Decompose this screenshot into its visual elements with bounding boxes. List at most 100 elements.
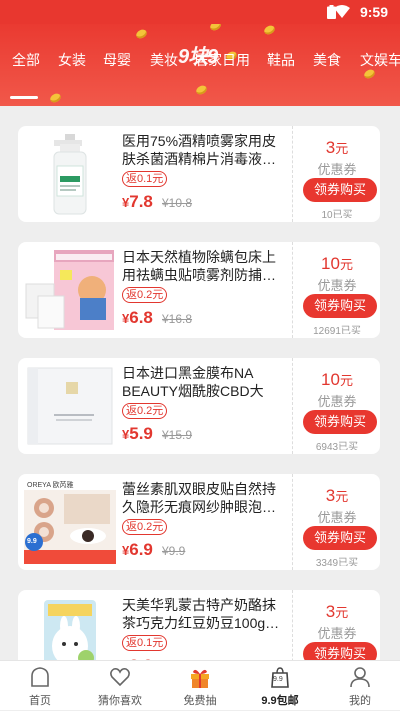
- coin-decoration: [194, 84, 209, 96]
- price-value: 6.9: [129, 540, 153, 559]
- eyelid-tape-image: OREYA 欧芮雅 9.9: [24, 480, 116, 564]
- bag-badge-text: 9.9: [273, 676, 283, 683]
- coupon-panel: 10元 优惠券 领券购买 12691已买: [292, 242, 380, 338]
- nav-home[interactable]: 首页: [0, 661, 80, 711]
- product-title[interactable]: 蕾丝素肌双眼皮贴自然持久隐形无痕网纱肿眼泡…: [122, 480, 284, 516]
- coupon-panel: 10元 优惠券 领券购买 6943已买: [292, 358, 380, 454]
- rebate-badge: 返0.1元: [122, 171, 168, 187]
- coin-decoration: [48, 92, 63, 104]
- claim-coupon-buy-button[interactable]: 领券购买: [303, 294, 377, 318]
- coupon-value: 10: [321, 370, 340, 389]
- category-tabs: 全部 女装 母婴 美妆 居家日用 鞋品 美食 文娱车: [0, 50, 400, 80]
- active-tab-indicator: [10, 96, 38, 99]
- coupon-value: 3: [325, 486, 336, 505]
- rebate-badge: 返0.2元: [122, 403, 168, 419]
- coupon-value: 3: [325, 138, 336, 157]
- coupon-label: 优惠券: [317, 162, 357, 177]
- coupon-panel: 3元 优惠券 领券购买 10已买: [292, 126, 380, 222]
- status-bar: 9:59: [0, 0, 400, 24]
- rebate-badge: 返0.1元: [122, 635, 168, 651]
- claim-coupon-buy-button[interactable]: 领券购买: [303, 410, 377, 434]
- nav-mine[interactable]: 我的: [320, 661, 400, 711]
- nav-label: 9.9包邮: [261, 695, 299, 707]
- gift-icon: [191, 669, 209, 688]
- coupon-label: 优惠券: [317, 626, 357, 641]
- sold-count: 10已买: [321, 210, 353, 218]
- coupon-unit: 元: [335, 605, 349, 620]
- coupon-value: 3: [325, 602, 336, 621]
- coupon-unit: 元: [339, 373, 353, 388]
- product-price: ¥7.8: [122, 192, 153, 212]
- product-title[interactable]: 天美华乳蒙古特产奶酪抹茶巧克力红豆奶豆100g…: [122, 596, 284, 632]
- brand-text: OREYA 欧芮雅: [27, 482, 74, 489]
- product-title[interactable]: 日本天然植物除螨包床上用祛螨虫贴喷雾剂防捕…: [122, 248, 284, 284]
- home-icon: [31, 667, 49, 687]
- price-value: 7.8: [129, 192, 153, 211]
- tab-food[interactable]: 美食: [313, 50, 341, 80]
- original-price: ¥16.8: [162, 312, 193, 326]
- coupon-panel: 3元 优惠券 领券购买 3349已买: [292, 474, 380, 570]
- tab-all[interactable]: 全部: [12, 50, 40, 80]
- mask-box-image: [24, 364, 116, 448]
- coupon-amount: 10元: [293, 370, 381, 390]
- nav-label: 免费抽: [183, 695, 217, 707]
- product-price: ¥5.9: [122, 424, 153, 444]
- coin-decoration: [134, 28, 149, 40]
- spray-bottle-image: [24, 132, 116, 216]
- coupon-value: 10: [321, 254, 340, 273]
- coupon-label: 优惠券: [317, 278, 357, 293]
- coupon-amount: 3元: [293, 138, 381, 158]
- user-icon: [350, 667, 370, 688]
- product-card[interactable]: 日本天然植物除螨包床上用祛螨虫贴喷雾剂防捕… 返0.2元 ¥6.8 ¥16.8 …: [18, 242, 380, 338]
- coupon-unit: 元: [339, 257, 353, 272]
- product-price: ¥6.9: [122, 540, 153, 560]
- heart-icon: [110, 668, 130, 687]
- coupon-amount: 10元: [293, 254, 381, 274]
- sold-count: 12691已买: [313, 326, 361, 334]
- original-price: ¥15.9: [162, 428, 193, 442]
- nav-guess-you-like[interactable]: 猜你喜欢: [80, 661, 160, 711]
- bottom-nav: 首页 猜你喜欢 免费抽 9.9 9.9包邮 我的: [0, 660, 400, 710]
- price-badge-text: 9.9: [27, 538, 37, 545]
- coupon-label: 优惠券: [317, 394, 357, 409]
- coupon-amount: 3元: [293, 602, 381, 622]
- wifi-icon: [334, 5, 350, 18]
- product-title[interactable]: 医用75%酒精喷雾家用皮肤杀菌酒精棉片消毒液…: [122, 132, 284, 168]
- status-time: 9:59: [359, 4, 388, 20]
- mite-pack-image: [24, 248, 116, 332]
- original-price: ¥9.9: [162, 544, 186, 558]
- tab-shoes[interactable]: 鞋品: [267, 50, 295, 80]
- tab-beauty[interactable]: 美妆: [150, 50, 178, 80]
- sold-count: 3349已买: [315, 558, 359, 566]
- sold-count: 6943已买: [315, 442, 359, 450]
- tab-home-daily[interactable]: 居家日用: [194, 50, 250, 80]
- battery-icon: [327, 5, 336, 19]
- product-card[interactable]: OREYA 欧芮雅 9.9 蕾丝素肌双眼皮贴自然持久隐形无痕网纱肿眼泡… 返0.…: [18, 474, 380, 570]
- product-card[interactable]: 日本进口黑金膜布NA BEAUTY烟酰胺CBD大麻… 返0.2元 ¥5.9 ¥1…: [18, 358, 380, 454]
- coupon-amount: 3元: [293, 486, 381, 506]
- coupon-unit: 元: [335, 141, 349, 156]
- nav-label: 首页: [29, 695, 51, 707]
- tab-entertainment-car[interactable]: 文娱车: [360, 50, 400, 80]
- coupon-label: 优惠券: [317, 510, 357, 525]
- price-value: 6.8: [129, 308, 153, 327]
- tab-womens-clothing[interactable]: 女装: [58, 50, 86, 80]
- coin-decoration: [262, 24, 277, 36]
- product-price: ¥6.8: [122, 308, 153, 328]
- product-title[interactable]: 日本进口黑金膜布NA BEAUTY烟酰胺CBD大麻…: [122, 364, 284, 400]
- tab-maternal-baby[interactable]: 母婴: [103, 50, 131, 80]
- header: 9块9 全部 女装 母婴 美妆 居家日用 鞋品 美食 文娱车: [0, 24, 400, 106]
- rebate-badge: 返0.2元: [122, 519, 168, 535]
- original-price: ¥10.8: [162, 196, 193, 210]
- nav-label: 猜你喜欢: [98, 695, 142, 707]
- product-card[interactable]: 医用75%酒精喷雾家用皮肤杀菌酒精棉片消毒液… 返0.1元 ¥7.8 ¥10.8…: [18, 126, 380, 222]
- price-value: 5.9: [129, 424, 153, 443]
- nav-9-9-free-shipping[interactable]: 9.9 9.9包邮: [240, 661, 320, 711]
- coupon-unit: 元: [335, 489, 349, 504]
- nav-free-draw[interactable]: 免费抽: [160, 661, 240, 711]
- nav-label: 我的: [349, 695, 371, 707]
- rebate-badge: 返0.2元: [122, 287, 168, 303]
- claim-coupon-buy-button[interactable]: 领券购买: [303, 526, 377, 550]
- claim-coupon-buy-button[interactable]: 领券购买: [303, 178, 377, 202]
- coin-decoration: [208, 24, 223, 32]
